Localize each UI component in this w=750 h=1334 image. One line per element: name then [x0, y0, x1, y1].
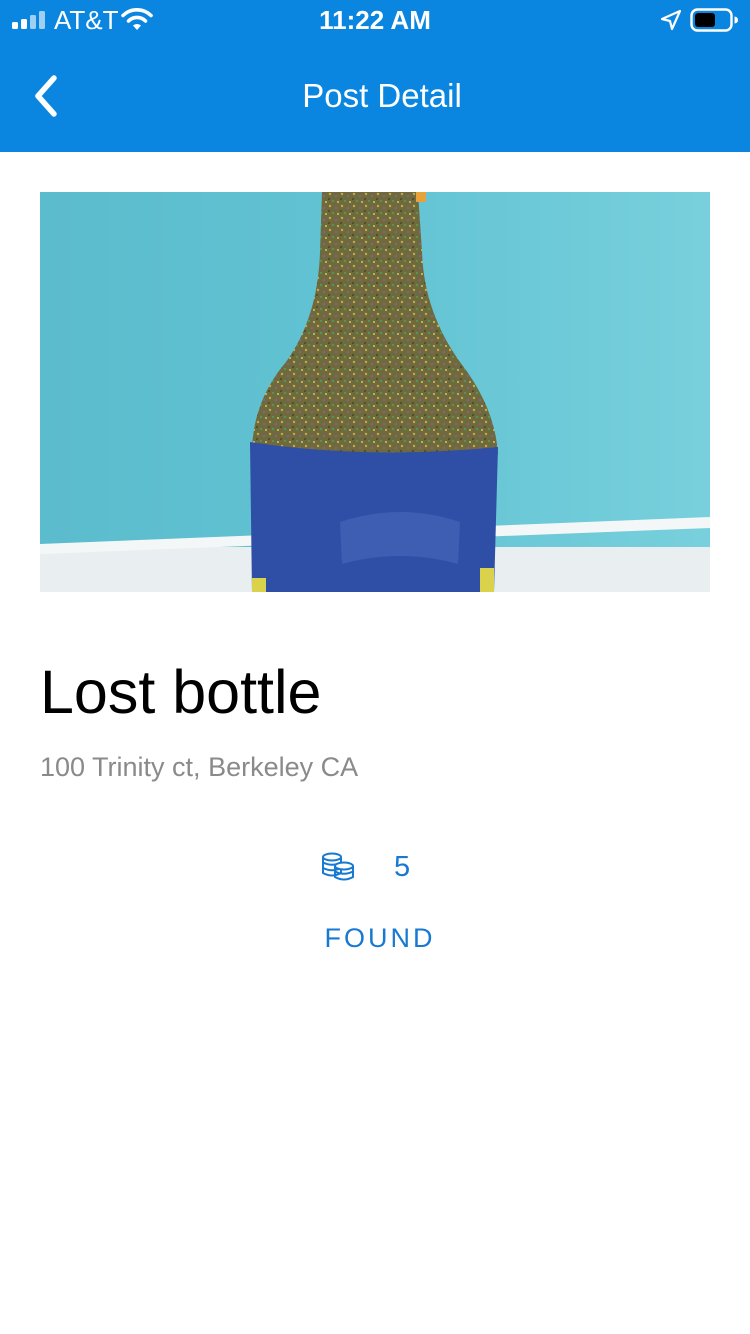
coins-icon: [322, 852, 354, 881]
nav-bar: Post Detail: [0, 40, 750, 152]
clock: 11:22 AM: [319, 5, 431, 35]
status-bar: AT&T 11:22 AM: [0, 0, 750, 40]
found-button[interactable]: FOUND: [310, 916, 450, 960]
reward-row: 5: [320, 848, 440, 888]
reward-value: 5: [394, 851, 411, 883]
post-address: 100 Trinity ct, Berkeley CA: [40, 752, 359, 782]
post-title: Lost bottle: [40, 658, 322, 726]
location-arrow-icon: [660, 9, 682, 31]
battery-icon: [690, 8, 738, 32]
app-screen: AT&T 11:22 AM Post Detail Lost bottle 10…: [0, 0, 750, 1334]
page-title: Post Detail: [302, 77, 462, 114]
post-image: [40, 192, 710, 592]
